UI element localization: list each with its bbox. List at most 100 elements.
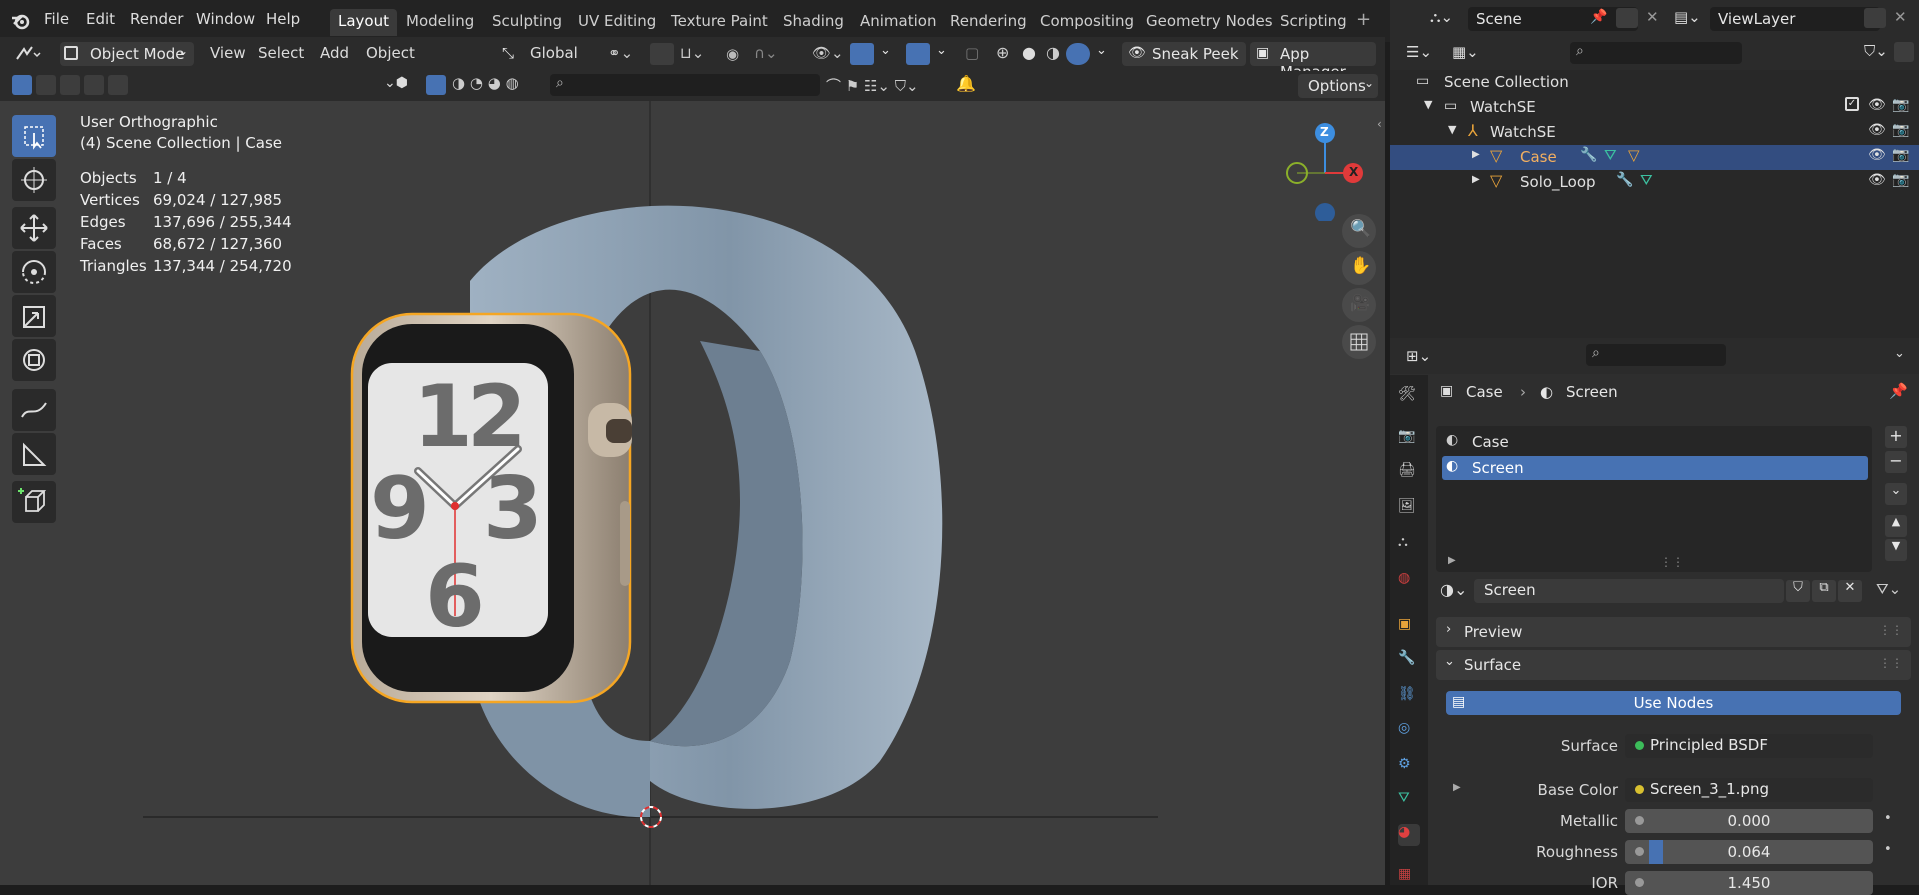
view-layer-field[interactable]: ViewLayer <box>1710 7 1880 31</box>
viewport-search-input[interactable]: ⌕ <box>550 74 820 96</box>
overlay-chevron-icon[interactable]: ⌄ <box>936 43 947 58</box>
ior-slider[interactable]: 1.450 <box>1625 871 1873 895</box>
proportional-edit-icon[interactable]: ◉ <box>726 45 739 63</box>
base-color-field[interactable]: Screen_3_1.png <box>1625 778 1873 802</box>
new-collection-icon[interactable] <box>1894 42 1914 62</box>
menu-file[interactable]: File <box>44 10 69 28</box>
material-slot-selected[interactable]: ◐ Screen <box>1442 456 1868 480</box>
select-extend-icon[interactable] <box>36 75 56 95</box>
physics-tab-icon[interactable]: ◎ <box>1398 720 1420 742</box>
move-tool-icon[interactable] <box>12 207 56 249</box>
tab-scripting[interactable]: Scripting <box>1272 9 1355 36</box>
snap-icon[interactable] <box>650 43 674 65</box>
falloff-icon[interactable]: ∩⌄ <box>754 44 778 62</box>
viewport-extra-icons[interactable]: ⌒ ⚑ ☷⌄ ⛉⌄ <box>826 75 919 96</box>
close-icon[interactable]: ✕ <box>1894 8 1907 26</box>
transform-orientation-dropdown[interactable]: Global <box>530 44 578 62</box>
display-mode-icon[interactable]: ☰⌄ <box>1406 43 1432 61</box>
surface-panel-header[interactable]: ⌄ Surface ⋮⋮ <box>1436 650 1911 680</box>
collection-filter-icon[interactable]: ⌄⬢ <box>384 75 408 91</box>
modifier-wrench-icon[interactable]: 🔧 <box>1616 172 1633 188</box>
select-box-tool-icon[interactable] <box>12 115 56 157</box>
rotate-tool-icon[interactable] <box>12 251 56 293</box>
camera-view-icon[interactable]: 🎥 <box>1342 288 1376 322</box>
close-icon[interactable]: ✕ <box>1646 8 1659 26</box>
chevron-down-icon[interactable]: ⌄ <box>1894 346 1905 361</box>
view-layer-tab-icon[interactable]: 🖼 <box>1398 498 1420 520</box>
options-dropdown[interactable]: Options ⌄ <box>1298 74 1378 98</box>
preview-panel-header[interactable]: › Preview ⋮⋮ <box>1436 617 1911 647</box>
editor-type-icon[interactable] <box>14 43 41 65</box>
use-nodes-button[interactable]: ▤ Use Nodes <box>1446 691 1901 715</box>
properties-search-input[interactable]: ⌕ <box>1586 344 1726 366</box>
modifier-wrench-icon[interactable]: 🔧 <box>1580 147 1597 163</box>
tab-geometry-nodes[interactable]: Geometry Nodes <box>1138 9 1281 36</box>
move-down-icon[interactable]: ▼ <box>1885 539 1907 561</box>
duplicate-icon[interactable]: ⧉ <box>1812 580 1836 602</box>
render-tab-icon[interactable]: 📷 <box>1398 428 1420 450</box>
overlay-toggle-icon[interactable] <box>906 43 930 65</box>
scene-field[interactable]: Scene <box>1468 7 1638 31</box>
mesh-data-icon[interactable]: ⛛ <box>1604 146 1617 164</box>
tab-texture-paint[interactable]: Texture Paint <box>663 9 776 36</box>
add-slot-icon[interactable]: + <box>1885 426 1907 448</box>
select-invert-icon[interactable] <box>84 75 104 95</box>
notification-bell-icon[interactable]: 🔔 <box>956 74 976 93</box>
material-tab-icon[interactable]: ◕ <box>1398 824 1420 846</box>
pin-icon[interactable]: 📌 <box>1889 382 1908 400</box>
select-intersect-icon[interactable] <box>108 75 128 95</box>
tool-tab-icon[interactable]: 🛠 <box>1398 386 1420 408</box>
sneak-peek-button[interactable]: 👁 Sneak Peek <box>1122 42 1246 66</box>
ortho-grid-icon[interactable] <box>1342 325 1376 359</box>
modifier-tab-icon[interactable]: 🔧 <box>1398 650 1420 672</box>
select-subtract-icon[interactable] <box>60 75 80 95</box>
outliner-row-scene-collection[interactable]: ▭ Scene Collection <box>1390 70 1919 95</box>
tab-animation[interactable]: Animation <box>852 9 944 36</box>
filter-mesh-icon[interactable] <box>426 75 446 95</box>
data-tab-icon[interactable]: ⛛ <box>1398 790 1420 812</box>
material-name-field[interactable]: Screen <box>1474 579 1784 603</box>
eye-icon[interactable]: 👁 <box>1868 147 1886 163</box>
material-shading-icon[interactable]: ◑ <box>1046 43 1060 62</box>
pin-icon[interactable]: 📌 <box>1590 9 1607 25</box>
eye-icon[interactable]: 👁 <box>1868 122 1886 138</box>
unlink-x-icon[interactable]: ✕ <box>1838 580 1862 602</box>
scene-tab-icon[interactable]: ⛬ <box>1398 534 1420 556</box>
blender-logo-icon[interactable] <box>10 11 32 31</box>
filter-types-icon[interactable]: ◑ ◔ ◕ ◍ <box>452 74 519 92</box>
zoom-icon[interactable]: 🔍 <box>1342 214 1376 248</box>
drag-handle-icon[interactable]: ⋮⋮ <box>1879 623 1903 637</box>
gizmo-toggle-icon[interactable] <box>850 43 874 65</box>
eye-icon[interactable]: 👁 <box>1868 97 1886 113</box>
material-icon[interactable]: ▽ <box>1628 146 1640 164</box>
tab-uv-editing[interactable]: UV Editing <box>570 9 664 36</box>
tab-modeling[interactable]: Modeling <box>398 9 482 36</box>
expand-arrow-icon[interactable]: ▶ <box>1448 555 1456 566</box>
world-tab-icon[interactable]: ◍ <box>1398 570 1420 592</box>
add-cube-tool-icon[interactable] <box>12 481 56 523</box>
outliner-row-case[interactable]: ▶ ▽ Case 🔧 ⛛ ▽ 👁 📷 <box>1390 145 1919 170</box>
filter-icon-left[interactable]: ▦⌄ <box>1452 43 1479 61</box>
wireframe-shading-icon[interactable]: ⊕ <box>996 43 1009 62</box>
snap-target-icon[interactable]: ⊔⌄ <box>680 44 704 62</box>
app-manager-button[interactable]: ▣ App Manager <box>1250 42 1376 81</box>
solid-shading-icon[interactable]: ● <box>1022 43 1036 62</box>
scene-icon[interactable]: ⛬⌄ <box>1430 8 1453 26</box>
view-menu[interactable]: View <box>210 44 246 62</box>
filter-funnel-icon[interactable]: ⛉⌄ <box>1864 42 1888 60</box>
checkbox-icon[interactable]: ✓ <box>1845 97 1859 111</box>
pan-hand-icon[interactable]: ✋ <box>1342 251 1376 285</box>
visibility-icon[interactable]: 👁⌄ <box>812 44 844 62</box>
tab-compositing[interactable]: Compositing <box>1032 9 1142 36</box>
menu-edit[interactable]: Edit <box>86 10 115 28</box>
transform-tool-icon[interactable] <box>12 339 56 381</box>
add-workspace-icon[interactable]: + <box>1356 9 1371 30</box>
outliner-row-solo-loop[interactable]: ▶ ▽ Solo_Loop 🔧 ⛛ 👁 📷 <box>1390 170 1919 195</box>
keyframe-dot-icon[interactable]: • <box>1884 811 1892 826</box>
annotate-tool-icon[interactable] <box>12 389 56 431</box>
tab-layout[interactable]: Layout <box>330 9 397 36</box>
outliner-search-input[interactable]: ⌕ <box>1570 42 1742 64</box>
menu-window[interactable]: Window <box>196 10 255 28</box>
outliner-row-watchse-empty[interactable]: ▼ ⅄ WatchSE 👁 📷 <box>1390 120 1919 145</box>
remove-slot-icon[interactable]: − <box>1885 451 1907 473</box>
